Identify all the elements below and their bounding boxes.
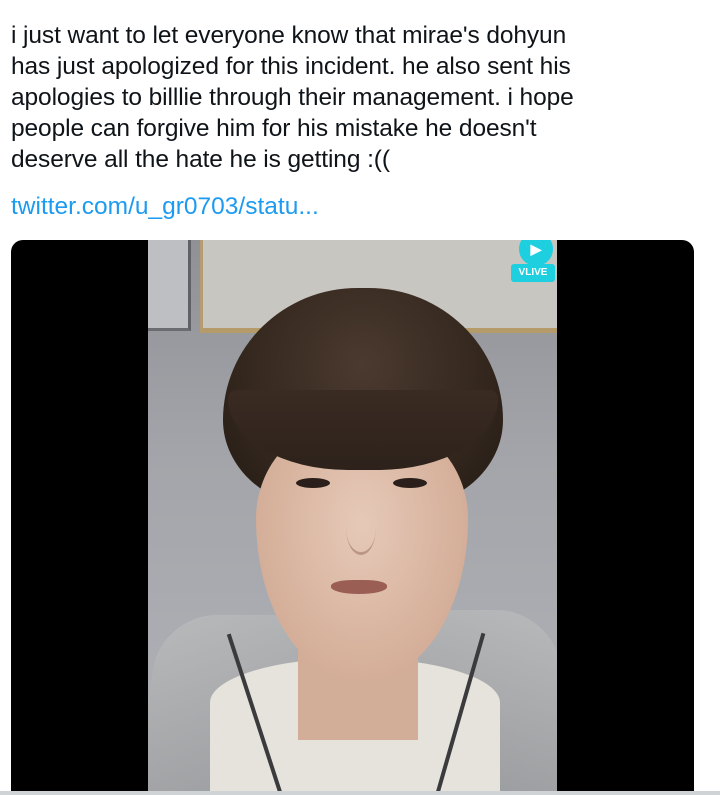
vlive-watermark: ▶ VLIVE (511, 240, 555, 284)
tweet-card: i just want to let everyone know that mi… (0, 0, 720, 795)
video-frame (148, 240, 557, 792)
video-thumbnail[interactable]: ▶ VLIVE (11, 240, 694, 792)
person-eye (393, 478, 427, 488)
person-mouth (331, 580, 387, 594)
vlive-label: VLIVE (511, 264, 555, 282)
vlive-logo-icon: ▶ (519, 240, 553, 266)
tweet-link[interactable]: twitter.com/u_gr0703/statu... (11, 191, 319, 222)
tweet-text-line: deserve all the hate he is getting :(( (11, 146, 390, 173)
tweet-text-line: i just want to let everyone know that mi… (11, 22, 567, 49)
tweet-text: i just want to let everyone know that mi… (11, 20, 701, 175)
wall-panel (148, 240, 191, 331)
tweet-text-line: people can forgive him for his mistake h… (11, 115, 537, 142)
tweet-text-line: has just apologized for this incident. h… (11, 53, 571, 80)
person-eye (296, 478, 330, 488)
person-nose (346, 502, 376, 555)
tweet-text-line: apologies to billlie through their manag… (11, 84, 574, 111)
divider (0, 791, 720, 795)
